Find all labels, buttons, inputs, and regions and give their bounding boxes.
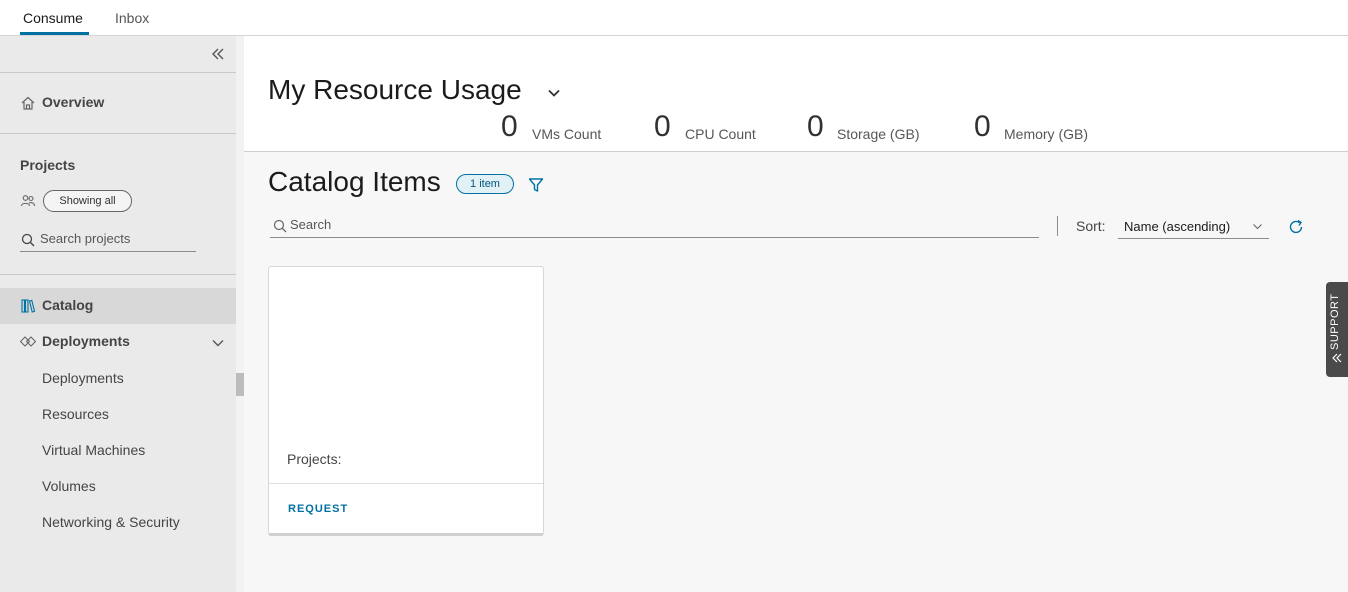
sidebar-subitem-virtual-machines[interactable]: Virtual Machines [42,442,145,458]
home-icon [21,96,35,110]
sidebar-divider [0,133,236,134]
refresh-icon[interactable] [1287,218,1305,236]
catalog-search-placeholder: Search [290,217,332,232]
memory-value: 0 [974,110,991,143]
resource-usage-title[interactable]: My Resource Usage [268,74,522,106]
tab-consume[interactable]: Consume [23,10,83,26]
cpu-count-value: 0 [654,110,671,143]
search-projects-placeholder: Search projects [40,231,131,246]
sidebar-scrollbar[interactable] [236,36,244,592]
sidebar-divider [0,72,236,73]
chevron-down-icon[interactable] [547,86,561,100]
item-count-badge: 1 item [456,174,514,194]
sidebar-item-deployments[interactable]: Deployments [0,324,236,360]
people-icon [20,195,36,207]
sidebar-subitem-volumes[interactable]: Volumes [42,478,96,494]
search-icon [21,233,35,247]
sort-select[interactable]: Name (ascending) [1118,215,1269,239]
cpu-count-label: CPU Count [685,126,756,142]
vms-count-value: 0 [501,110,518,143]
projects-heading: Projects [20,157,76,173]
toolbar-separator [1057,216,1058,236]
sidebar-item-catalog[interactable]: Catalog [0,288,236,324]
vms-count-label: VMs Count [532,126,602,142]
double-chevron-left-icon [1332,353,1342,363]
card-divider [269,483,543,484]
catalog-search-input[interactable]: Search [270,214,1039,238]
search-icon [273,219,287,233]
catalog-item-card[interactable]: Projects: REQUEST [268,266,544,536]
catalog-items-title: Catalog Items [268,166,441,197]
double-chevron-left-icon[interactable] [210,46,226,62]
top-nav: Consume Inbox [0,0,1348,36]
projects-filter-chip[interactable]: Showing all [43,190,132,212]
sidebar-subitem-resources[interactable]: Resources [42,406,109,422]
chevron-down-icon [1253,224,1262,230]
sort-selected-value: Name (ascending) [1124,219,1231,234]
sidebar-item-label: Catalog [42,297,94,313]
chevron-down-icon[interactable] [211,336,225,350]
memory-label: Memory (GB) [1004,126,1088,142]
deployments-icon [20,336,36,347]
catalog-books-icon [21,299,36,313]
sidebar-subitem-networking-security[interactable]: Networking & Security [42,514,180,530]
support-label: SUPPORT [1329,293,1341,350]
sort-label: Sort: [1076,218,1106,234]
storage-value: 0 [807,110,824,143]
request-button[interactable]: REQUEST [288,503,348,515]
filter-icon[interactable] [528,177,544,193]
tab-inbox[interactable]: Inbox [115,10,149,26]
storage-label: Storage (GB) [837,126,920,142]
sidebar-subitem-deployments[interactable]: Deployments [42,370,124,386]
sidebar-divider [0,274,236,275]
active-tab-indicator [20,32,89,35]
sidebar-item-overview[interactable]: Overview [0,85,236,121]
card-projects-label: Projects: [287,451,342,467]
sidebar-scrollbar-thumb[interactable] [236,373,244,396]
support-tab[interactable]: SUPPORT [1326,282,1348,377]
sidebar-item-label: Deployments [42,333,130,349]
search-projects-input[interactable]: Search projects [20,229,196,252]
sidebar-item-label: Overview [42,94,105,110]
